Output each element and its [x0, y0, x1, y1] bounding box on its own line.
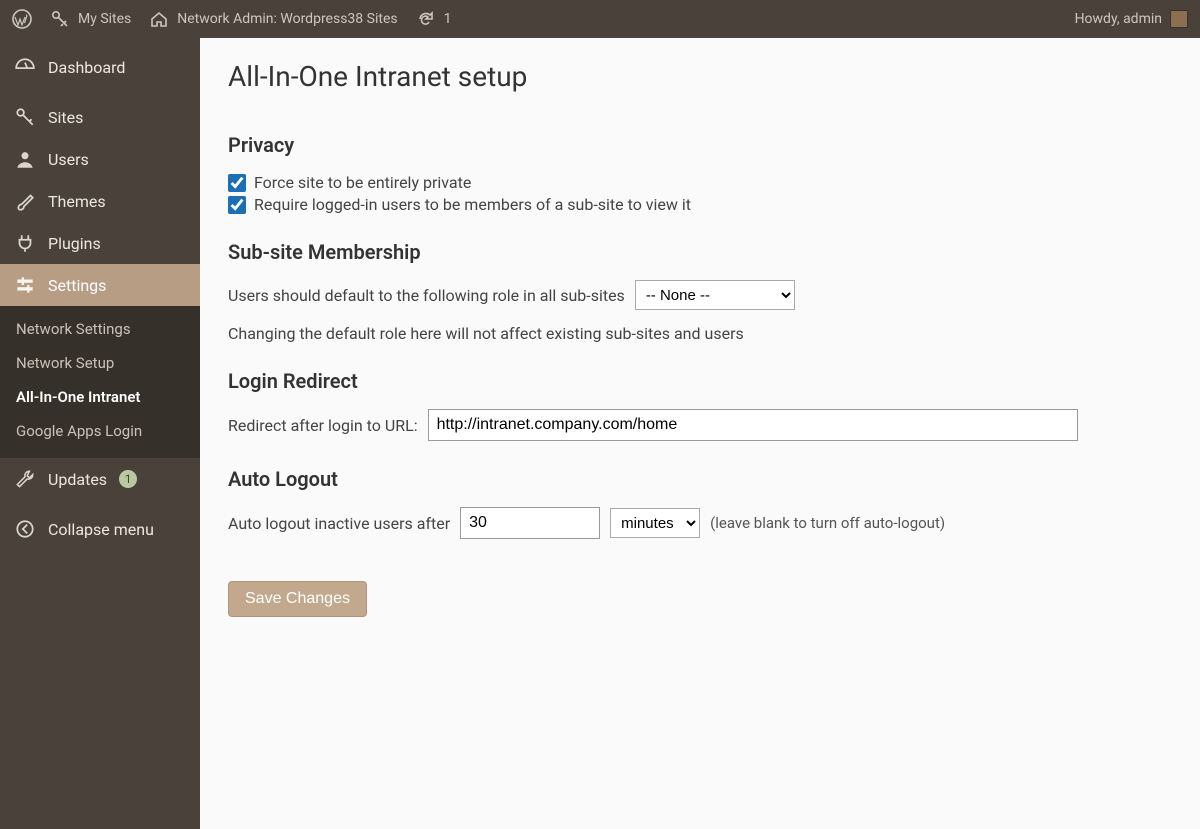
section-redirect-heading: Login Redirect [228, 369, 1172, 393]
user-icon [14, 148, 36, 170]
dashboard-icon [14, 56, 36, 78]
avatar [1170, 10, 1188, 28]
sidebar-item-label: Themes [48, 192, 106, 211]
sidebar-item-updates[interactable]: Updates 1 [0, 458, 200, 500]
key-icon [50, 9, 70, 29]
sidebar-item-plugins[interactable]: Plugins [0, 222, 200, 264]
main-content: All-In-One Intranet setup Privacy Force … [200, 38, 1200, 829]
section-subsite-heading: Sub-site Membership [228, 240, 1172, 264]
sidebar-item-settings[interactable]: Settings [0, 264, 200, 306]
sidebar-item-label: Plugins [48, 234, 101, 253]
sidebar-item-label: Dashboard [48, 58, 125, 77]
sidebar-collapse[interactable]: Collapse menu [0, 508, 200, 550]
require-member-label: Require logged-in users to be members of… [254, 195, 691, 214]
autologout-label: Auto logout inactive users after [228, 514, 450, 533]
autologout-value-input[interactable] [460, 507, 600, 539]
redirect-row: Redirect after login to URL: [228, 409, 1172, 441]
force-private-checkbox[interactable] [228, 174, 246, 192]
my-sites-label: My Sites [78, 11, 131, 27]
subsite-role-select[interactable]: -- None -- [635, 280, 795, 310]
wp-logo[interactable] [12, 9, 32, 29]
autologout-row: Auto logout inactive users after minutes… [228, 507, 1172, 539]
section-privacy-heading: Privacy [228, 133, 1172, 157]
redirect-label: Redirect after login to URL: [228, 416, 418, 435]
sidebar-item-label: Collapse menu [48, 520, 154, 539]
sidebar-item-users[interactable]: Users [0, 138, 200, 180]
sidebar-item-label: Settings [48, 276, 106, 295]
updates-badge: 1 [119, 470, 137, 488]
subsite-role-row: Users should default to the following ro… [228, 280, 1172, 310]
settings-submenu: Network Settings Network Setup All-In-On… [0, 306, 200, 458]
site-name-link[interactable]: Network Admin: Wordpress38 Sites [149, 9, 397, 29]
submenu-network-settings[interactable]: Network Settings [0, 312, 200, 346]
admin-sidebar: Dashboard Sites Users Themes Plugins Set… [0, 38, 200, 829]
updates-link[interactable]: 1 [416, 9, 452, 29]
plug-icon [14, 232, 36, 254]
save-button[interactable]: Save Changes [228, 581, 367, 617]
submenu-all-in-one-intranet[interactable]: All-In-One Intranet [0, 380, 200, 414]
brush-icon [14, 190, 36, 212]
autologout-unit-select[interactable]: minutes [610, 508, 700, 538]
admin-bar-left: My Sites Network Admin: Wordpress38 Site… [12, 9, 451, 29]
sidebar-item-dashboard[interactable]: Dashboard [0, 46, 200, 88]
refresh-icon [416, 9, 436, 29]
submenu-google-apps-login[interactable]: Google Apps Login [0, 414, 200, 448]
layout: Dashboard Sites Users Themes Plugins Set… [0, 38, 1200, 829]
settings-icon [14, 274, 36, 296]
sidebar-item-label: Users [48, 150, 89, 169]
autologout-hint: (leave blank to turn off auto-logout) [710, 514, 945, 532]
site-name-label: Network Admin: Wordpress38 Sites [177, 11, 397, 27]
wordpress-icon [12, 9, 32, 29]
howdy-label: Howdy, admin [1075, 11, 1162, 27]
force-private-label: Force site to be entirely private [254, 173, 471, 192]
require-member-checkbox[interactable] [228, 196, 246, 214]
subsite-role-label: Users should default to the following ro… [228, 286, 625, 305]
page-title: All-In-One Intranet setup [228, 60, 1172, 93]
sidebar-item-label: Updates [48, 470, 107, 489]
redirect-url-input[interactable] [428, 409, 1078, 441]
howdy-user[interactable]: Howdy, admin [1075, 10, 1188, 28]
wrench-icon [14, 468, 36, 490]
privacy-force-private-row: Force site to be entirely private [228, 173, 1172, 192]
subsite-note: Changing the default role here will not … [228, 324, 1172, 343]
sidebar-item-themes[interactable]: Themes [0, 180, 200, 222]
key-icon [14, 106, 36, 128]
collapse-icon [14, 518, 36, 540]
submenu-network-setup[interactable]: Network Setup [0, 346, 200, 380]
admin-bar: My Sites Network Admin: Wordpress38 Site… [0, 0, 1200, 38]
sidebar-item-sites[interactable]: Sites [0, 96, 200, 138]
home-icon [149, 9, 169, 29]
updates-count: 1 [444, 11, 452, 27]
my-sites-link[interactable]: My Sites [50, 9, 131, 29]
admin-bar-right: Howdy, admin [1075, 10, 1188, 28]
sidebar-item-label: Sites [48, 108, 83, 127]
privacy-require-member-row: Require logged-in users to be members of… [228, 195, 1172, 214]
section-autologout-heading: Auto Logout [228, 467, 1172, 491]
